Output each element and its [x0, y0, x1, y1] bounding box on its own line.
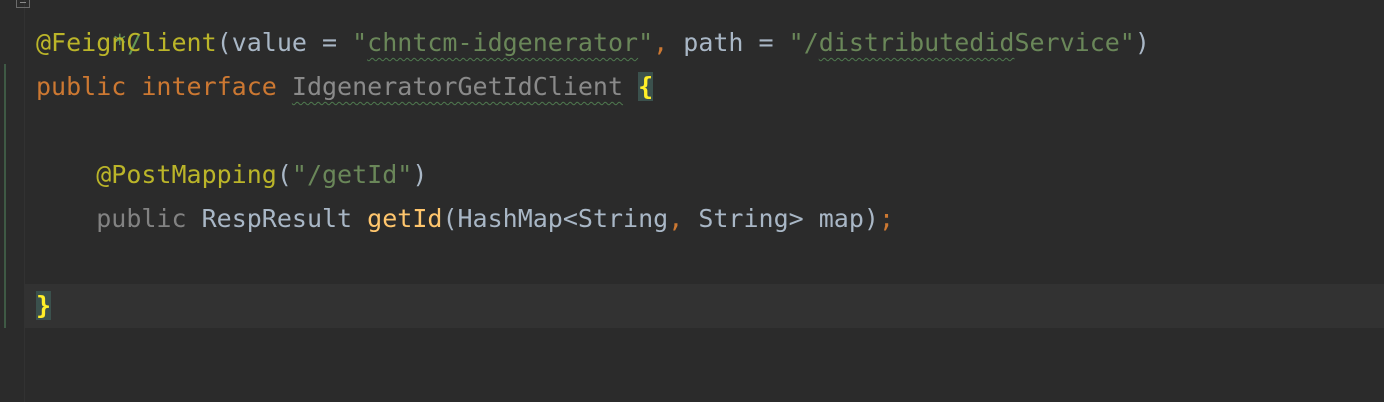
close-brace: } [36, 291, 52, 320]
code-line-post-mapping[interactable]: @PostMapping("/getId") [36, 153, 427, 197]
public-keyword: public [36, 72, 127, 101]
value-param: value [231, 28, 307, 57]
code-line-interface[interactable]: public interface IdgeneratorGetIdClient … [36, 65, 654, 109]
public-keyword-redundant: public [96, 204, 187, 233]
code-line-close[interactable]: } [36, 284, 52, 328]
code-editor[interactable]: */ @FeignClient(value = "chntcm-idgenera… [0, 0, 1384, 402]
return-type: RespResult [201, 204, 353, 233]
post-mapping-annotation: @PostMapping [96, 160, 277, 189]
fold-icon[interactable] [16, 0, 30, 8]
mapping-path-string: "/getId" [291, 160, 413, 189]
interface-name: IdgeneratorGetIdClient [291, 72, 624, 101]
current-line-highlight [25, 284, 1384, 328]
editor-gutter [0, 0, 30, 402]
path-string-typo: distributedid [818, 28, 1015, 57]
path-param: path [683, 28, 744, 57]
code-line-method[interactable]: public RespResult getId(HashMap<String, … [36, 197, 894, 241]
value-string: chntcm-idgenerator [367, 28, 639, 57]
code-line-feign-annotation[interactable]: @FeignClient(value = "chntcm-idgenerator… [36, 21, 1150, 65]
open-brace: { [638, 72, 654, 101]
vcs-change-marker[interactable] [4, 64, 6, 328]
method-params: String> map) [683, 204, 879, 233]
code-line-comment-tail[interactable]: */ [36, 0, 142, 58]
method-name: getId [367, 204, 443, 233]
feign-client-annotation: @FeignClient [36, 28, 217, 57]
interface-keyword: interface [141, 72, 277, 101]
